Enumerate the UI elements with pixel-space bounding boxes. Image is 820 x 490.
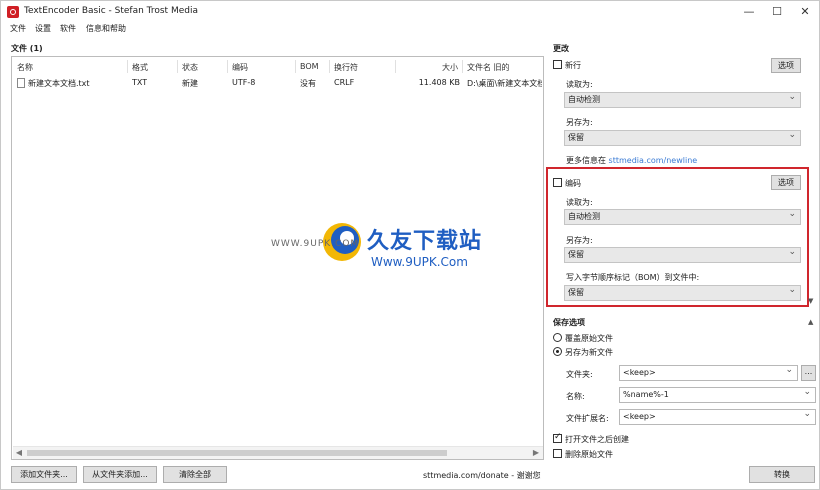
overwrite-radio[interactable]	[553, 333, 562, 342]
col-filename-old[interactable]: 文件名 旧的	[467, 62, 510, 73]
col-format[interactable]: 格式	[132, 62, 148, 73]
minimize-button[interactable]: —	[734, 1, 764, 23]
folder-select[interactable]: <keep>	[619, 363, 798, 381]
col-divider	[462, 60, 463, 73]
horizontal-scrollbar[interactable]: ◀ ▶	[13, 446, 543, 459]
menu-bar: 文件 设置 软件 信息和帮助	[1, 23, 819, 37]
col-name[interactable]: 名称	[17, 62, 33, 73]
newline-info-prefix: 更多信息在	[566, 156, 606, 165]
saveas-label: 另存为新文件	[565, 348, 613, 357]
overwrite-label: 覆盖原始文件	[565, 334, 613, 343]
open-after-checkbox[interactable]	[553, 432, 562, 443]
scroll-thumb[interactable]	[27, 450, 447, 456]
add-files-button[interactable]: 添加文件夹...	[11, 466, 77, 483]
text-file-icon	[17, 78, 25, 88]
col-bom[interactable]: BOM	[300, 62, 319, 71]
ext-label: 文件扩展名:	[566, 414, 609, 423]
saveas-radio[interactable]	[553, 347, 562, 356]
panel-scroll-down-icon[interactable]: ▼	[808, 297, 813, 305]
panel-collapse-icon[interactable]: ▲	[808, 318, 813, 326]
col-newline[interactable]: 换行符	[334, 62, 358, 73]
newline-read-select[interactable]: 自动检测	[564, 90, 801, 108]
delete-original-checkbox[interactable]	[553, 449, 562, 458]
name-select[interactable]: %name%-1	[619, 385, 816, 403]
encoding-label: 编码	[565, 179, 581, 188]
row-newline: CRLF	[334, 78, 355, 87]
encoding-bom-label: 写入字节顺序标记（BOM）到文件中:	[566, 273, 700, 282]
encoding-save-label: 另存为:	[566, 236, 593, 245]
newline-options-button[interactable]: 选项	[771, 58, 801, 73]
menu-settings[interactable]: 设置	[35, 23, 51, 35]
donate-text[interactable]: sttmedia.com/donate - 谢谢您	[423, 470, 541, 481]
menu-software[interactable]: 软件	[60, 23, 76, 35]
convert-button[interactable]: 转换	[749, 466, 815, 483]
col-divider	[227, 60, 228, 73]
col-divider	[127, 60, 128, 73]
encoding-bom-select[interactable]: 保留	[564, 283, 801, 301]
col-divider	[395, 60, 396, 73]
browse-button[interactable]: ...	[801, 365, 816, 381]
row-path: D:\桌面\新建文本文档	[467, 79, 542, 88]
encoding-read-select[interactable]: 自动检测	[564, 207, 801, 225]
title-bar: TextEncoder Basic - Stefan Trost Media —…	[1, 1, 819, 23]
newline-info: 更多信息在 sttmedia.com/newline	[566, 155, 697, 166]
row-status: 新建	[182, 79, 198, 88]
files-header: 文件 (1)	[11, 44, 43, 53]
newline-read-label: 读取为:	[566, 80, 593, 89]
newline-checkbox[interactable]	[553, 60, 562, 69]
menu-file[interactable]: 文件	[10, 23, 26, 35]
row-size: 11.408 KB	[418, 78, 460, 87]
newline-save-select[interactable]: 保留	[564, 128, 801, 146]
scroll-right-icon[interactable]: ▶	[530, 447, 542, 459]
newline-info-link[interactable]: sttmedia.com/newline	[609, 156, 698, 165]
col-size[interactable]: 大小	[442, 62, 458, 73]
col-encoding[interactable]: 编码	[232, 62, 248, 73]
col-divider	[329, 60, 330, 73]
row-bom: 没有	[300, 79, 316, 88]
col-divider	[295, 60, 296, 73]
watermark-url-small: WWW.9UPK.COM	[271, 239, 360, 249]
window-title: TextEncoder Basic - Stefan Trost Media	[24, 6, 198, 16]
clear-all-button[interactable]: 清除全部	[163, 466, 227, 483]
open-after-label: 打开文件之后创建	[565, 435, 629, 444]
col-status[interactable]: 状态	[182, 62, 198, 73]
row-name[interactable]: 新建文本文档.txt	[28, 78, 126, 89]
row-encoding: UTF-8	[232, 78, 256, 87]
menu-help[interactable]: 信息和帮助	[86, 23, 126, 35]
encoding-options-button[interactable]: 选项	[771, 175, 801, 190]
newline-save-label: 另存为:	[566, 118, 593, 127]
app-icon	[7, 6, 19, 18]
name-label: 名称:	[566, 392, 585, 401]
add-from-folder-button[interactable]: 从文件夹添加...	[83, 466, 157, 483]
encoding-save-select[interactable]: 保留	[564, 245, 801, 263]
ext-select[interactable]: <keep>	[619, 407, 816, 425]
newline-label: 新行	[565, 61, 581, 70]
watermark-brand: 久友下载站	[367, 229, 483, 254]
app-window: TextEncoder Basic - Stefan Trost Media —…	[0, 0, 820, 490]
col-divider	[177, 60, 178, 73]
watermark-url: Www.9UPK.Com	[371, 255, 468, 269]
encoding-checkbox[interactable]	[553, 178, 562, 187]
encoding-read-label: 读取为:	[566, 198, 593, 207]
scroll-left-icon[interactable]: ◀	[13, 447, 25, 459]
save-options-header: 保存选项	[553, 318, 585, 327]
changes-header: 更改	[553, 44, 569, 53]
folder-label: 文件夹:	[566, 370, 593, 379]
row-format: TXT	[132, 78, 148, 87]
maximize-button[interactable]: ☐	[762, 1, 792, 23]
delete-original-label: 删除原始文件	[565, 450, 613, 459]
close-button[interactable]: ✕	[790, 1, 820, 23]
